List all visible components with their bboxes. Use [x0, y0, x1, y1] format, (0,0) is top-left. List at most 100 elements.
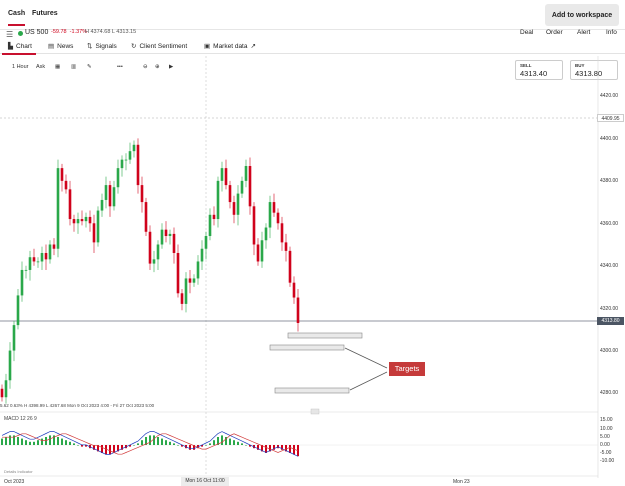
candle-body [292, 282, 296, 298]
macd-bar [189, 445, 191, 450]
candle-body [296, 297, 300, 323]
candle-body [60, 168, 64, 181]
macd-bar [37, 440, 39, 445]
candle-body [0, 388, 4, 398]
macd-bar [77, 445, 79, 446]
candle-body [260, 240, 264, 262]
macd-bar [157, 437, 159, 445]
macd-bar [209, 443, 211, 445]
candle-body [108, 185, 112, 207]
candle-body [32, 257, 36, 262]
candle-body [4, 380, 8, 398]
macd-bar [109, 445, 111, 455]
candle-body [92, 223, 96, 243]
macd-label: MACD 12 26 9 [4, 416, 37, 422]
candle-body [264, 227, 268, 241]
macd-bar [133, 445, 135, 446]
candle-body [16, 295, 20, 326]
macd-histogram [1, 435, 299, 457]
candle-body [244, 166, 248, 181]
macd-bar [221, 435, 223, 445]
y-tick: 4360.00 [600, 221, 619, 227]
y-tick: 4400.00 [600, 136, 619, 142]
y-tick: 4300.00 [600, 348, 619, 354]
candle-body [200, 248, 204, 262]
candle-body [8, 350, 12, 381]
level-price-tag: 4409.95 [597, 114, 624, 122]
macd-bar [165, 440, 167, 445]
candle-body [232, 202, 236, 215]
candle-body [252, 206, 256, 245]
macd-bar [29, 441, 31, 445]
macd-bar [5, 437, 7, 445]
candle-body [20, 269, 24, 296]
macd-bar [33, 441, 35, 445]
candle-body [80, 219, 84, 222]
macd-bar [105, 445, 107, 455]
macd-bar [69, 441, 71, 445]
candle-body [132, 144, 136, 152]
macd-bar [229, 438, 231, 445]
candle-body [96, 210, 100, 243]
candle-body [140, 185, 144, 203]
range-stats: 5.62 0.63% H 4398.99 L 4267.68 Mon 9 Oct… [0, 403, 155, 408]
pane-resize-handle[interactable] [310, 408, 320, 415]
candle-body [52, 244, 56, 249]
details-indicator: Details Indicator [4, 469, 33, 474]
macd-bar [65, 440, 67, 445]
macd-bar [213, 440, 215, 445]
macd-bar [177, 445, 179, 446]
candle-body [196, 261, 200, 279]
macd-bar [45, 437, 47, 445]
candle-body [240, 180, 244, 194]
macd-bar [61, 438, 63, 445]
candle-body [184, 278, 188, 304]
macd-y-tick: -5.00 [600, 450, 612, 456]
target-zone-3[interactable] [274, 387, 350, 394]
macd-bar [293, 445, 295, 455]
macd-bar [173, 443, 175, 445]
macd-y-tick: 5.00 [600, 434, 610, 440]
price-chart[interactable] [0, 0, 625, 486]
candle-body [160, 229, 164, 245]
candle-body [72, 219, 76, 224]
target-zone-2[interactable] [269, 344, 345, 351]
y-tick: 4320.00 [600, 306, 619, 312]
macd-bar [73, 443, 75, 445]
candle-body [40, 252, 44, 262]
macd-bar [245, 445, 247, 446]
macd-bar [17, 437, 19, 445]
candle-body [124, 159, 128, 161]
candle-body [28, 257, 32, 270]
target-zone-1[interactable] [287, 332, 363, 339]
candle-body [268, 202, 272, 228]
candle-body [276, 212, 280, 224]
candle-body [228, 185, 232, 203]
candlestick-series [0, 138, 300, 404]
macd-bar [21, 438, 23, 445]
candle-body [220, 168, 224, 181]
candle-body [36, 261, 40, 263]
candle-body [248, 166, 252, 207]
candle-body [156, 244, 160, 260]
candle-body [68, 189, 72, 220]
candle-body [104, 185, 108, 200]
candle-body [236, 193, 240, 215]
x-crosshair-label: Mon 16 Oct 11:00 [181, 477, 229, 486]
candle-body [192, 278, 196, 283]
macd-bar [237, 441, 239, 445]
candle-body [144, 202, 148, 232]
macd-bar [161, 438, 163, 445]
targets-annotation[interactable]: Targets [389, 362, 425, 376]
macd-y-tick: -10.00 [600, 458, 615, 464]
candle-body [148, 231, 152, 264]
candle-body [100, 199, 104, 211]
candle-body [12, 325, 16, 351]
macd-bar [153, 435, 155, 445]
candle-body [120, 159, 124, 169]
macd-bar [57, 437, 59, 445]
candle-body [112, 187, 116, 207]
target-pointer-1 [344, 347, 388, 369]
candle-body [212, 214, 216, 220]
macd-bar [137, 443, 139, 445]
